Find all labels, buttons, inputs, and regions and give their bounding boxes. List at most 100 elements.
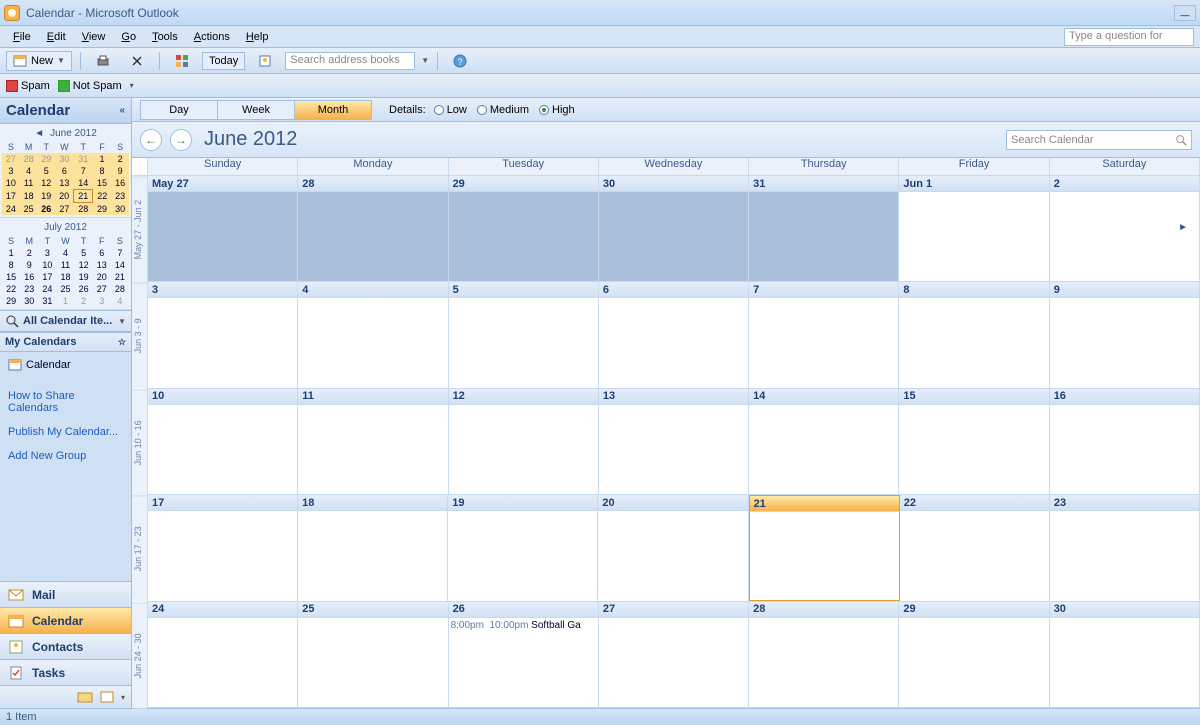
month-title: June 2012 — [204, 128, 297, 151]
view-tab-week[interactable]: Week — [217, 100, 295, 120]
detail-medium[interactable]: Medium — [477, 104, 529, 116]
nav-calendar[interactable]: Calendar — [0, 608, 131, 634]
detail-high[interactable]: High — [539, 104, 575, 116]
calendar-day[interactable]: 13 — [599, 389, 749, 494]
menu-view[interactable]: View — [75, 29, 113, 45]
find-contact-button[interactable] — [251, 51, 279, 71]
calendar-day[interactable]: 27 — [599, 602, 749, 707]
prev-month-icon[interactable]: ◄ — [34, 128, 44, 139]
nav-link[interactable]: Add New Group — [6, 444, 125, 468]
nav-link[interactable]: Publish My Calendar... — [6, 420, 125, 444]
spam-button[interactable]: Spam — [6, 80, 50, 92]
calendar-day[interactable]: 14 — [749, 389, 899, 494]
minimize-button[interactable]: — — [1174, 5, 1196, 21]
collapse-icon[interactable]: « — [119, 105, 125, 116]
menu-file[interactable]: File — [6, 29, 38, 45]
calendar-day[interactable]: 28 — [298, 176, 448, 281]
calendar-day[interactable]: 10 — [148, 389, 298, 494]
view-tab-day[interactable]: Day — [140, 100, 218, 120]
calendar-day[interactable]: 31 — [749, 176, 899, 281]
calendar-day[interactable]: 22 — [900, 495, 1050, 600]
calendar-day[interactable]: 6 — [599, 282, 749, 387]
calendar-day[interactable]: 7 — [749, 282, 899, 387]
folder-icon[interactable] — [77, 690, 93, 704]
day-header: Friday — [899, 158, 1049, 175]
calendar-day[interactable]: 24 — [148, 602, 298, 707]
menu-actions[interactable]: Actions — [187, 29, 237, 45]
menu-edit[interactable]: Edit — [40, 29, 73, 45]
day-header: Monday — [298, 158, 448, 175]
calendar-day[interactable]: 4 — [298, 282, 448, 387]
next-month-icon[interactable]: ► — [1178, 222, 1188, 233]
search-icon — [1175, 134, 1187, 146]
calendar-day[interactable]: 3 — [148, 282, 298, 387]
calendar-day[interactable]: 11 — [298, 389, 448, 494]
calendar-day[interactable]: 21 — [749, 495, 900, 600]
print-button[interactable] — [89, 51, 117, 71]
my-calendars-header[interactable]: My Calendars☆ — [0, 332, 131, 352]
window-title: Calendar - Microsoft Outlook — [26, 6, 179, 20]
calendar-day[interactable]: 16 — [1050, 389, 1200, 494]
view-tab-month[interactable]: Month — [294, 100, 372, 120]
search-dropdown[interactable]: ▼ — [421, 56, 429, 65]
spam-options[interactable]: ▾ — [130, 81, 134, 90]
categorize-button[interactable] — [168, 51, 196, 71]
calendar-day[interactable]: 25 — [298, 602, 448, 707]
today-button[interactable]: Today — [202, 52, 245, 70]
calendar-day[interactable]: 9 — [1050, 282, 1200, 387]
day-header: Thursday — [749, 158, 899, 175]
spam-toolbar: Spam Not Spam ▾ — [0, 74, 1200, 98]
calendar-day[interactable]: 30 — [1050, 602, 1200, 707]
new-button[interactable]: New ▼ — [6, 51, 72, 71]
calendar-item[interactable]: Calendar — [6, 356, 125, 374]
detail-low[interactable]: Low — [434, 104, 467, 116]
calendar-view: DayWeekMonth Details: LowMediumHigh ← → … — [132, 98, 1200, 708]
nav-options[interactable]: ▾ — [121, 693, 125, 702]
week-range[interactable]: Jun 10 - 16 — [132, 389, 147, 495]
week-range[interactable]: Jun 17 - 23 — [132, 495, 147, 601]
calendar-day[interactable]: 18 — [298, 495, 448, 600]
navigation-pane: Calendar « ◄June 2012 SMTWTFS27282930311… — [0, 98, 132, 708]
calendar-day[interactable]: May 27 — [148, 176, 298, 281]
nav-mail[interactable]: Mail — [0, 582, 131, 608]
calendar-day[interactable]: 12 — [449, 389, 599, 494]
calendar-search-input[interactable]: Search Calendar — [1006, 130, 1192, 150]
mini-calendar-june[interactable]: ◄June 2012 SMTWTFS2728293031123456789101… — [0, 124, 131, 218]
shortcut-icon[interactable] — [99, 690, 115, 704]
notspam-button[interactable]: Not Spam — [58, 80, 122, 92]
event[interactable]: 8:00pm 10:00pm Softball Ga — [451, 620, 596, 631]
nav-shortcuts: ▾ — [0, 686, 131, 708]
calendar-day[interactable]: 19 — [448, 495, 598, 600]
nav-contacts[interactable]: Contacts — [0, 634, 131, 660]
calendar-day[interactable]: 28 — [749, 602, 899, 707]
nav-link[interactable]: How to Share Calendars — [6, 384, 125, 420]
calendar-day[interactable]: 17 — [148, 495, 298, 600]
address-book-search[interactable]: Search address books — [285, 52, 415, 70]
calendar-day[interactable]: 5 — [449, 282, 599, 387]
week-range[interactable]: Jun 24 - 30 — [132, 602, 147, 708]
mini-calendar-july[interactable]: July 2012► SMTWTFS1234567891011121314151… — [0, 218, 131, 310]
view-toolbar: DayWeekMonth Details: LowMediumHigh — [132, 98, 1200, 122]
menu-go[interactable]: Go — [114, 29, 143, 45]
week-range[interactable]: May 27 - Jun 2 — [132, 176, 147, 282]
prev-month-button[interactable]: ← — [140, 129, 162, 151]
calendar-day[interactable]: Jun 1 — [899, 176, 1049, 281]
delete-button[interactable] — [123, 51, 151, 71]
nav-header[interactable]: Calendar « — [0, 98, 131, 124]
next-month-button[interactable]: → — [170, 129, 192, 151]
help-search-input[interactable]: Type a question for — [1064, 28, 1194, 46]
help-button[interactable]: ? — [446, 51, 474, 71]
menu-tools[interactable]: Tools — [145, 29, 185, 45]
calendar-day[interactable]: 29 — [449, 176, 599, 281]
nav-tasks[interactable]: Tasks — [0, 660, 131, 686]
calendar-day[interactable]: 20 — [598, 495, 748, 600]
week-range[interactable]: Jun 3 - 9 — [132, 282, 147, 388]
calendar-day[interactable]: 30 — [599, 176, 749, 281]
calendar-day[interactable]: 23 — [1050, 495, 1200, 600]
menu-help[interactable]: Help — [239, 29, 276, 45]
all-calendar-items[interactable]: All Calendar Ite...▼ — [0, 310, 131, 332]
calendar-day[interactable]: 8 — [899, 282, 1049, 387]
calendar-day[interactable]: 268:00pm 10:00pm Softball Ga — [449, 602, 599, 707]
calendar-day[interactable]: 29 — [899, 602, 1049, 707]
calendar-day[interactable]: 15 — [899, 389, 1049, 494]
